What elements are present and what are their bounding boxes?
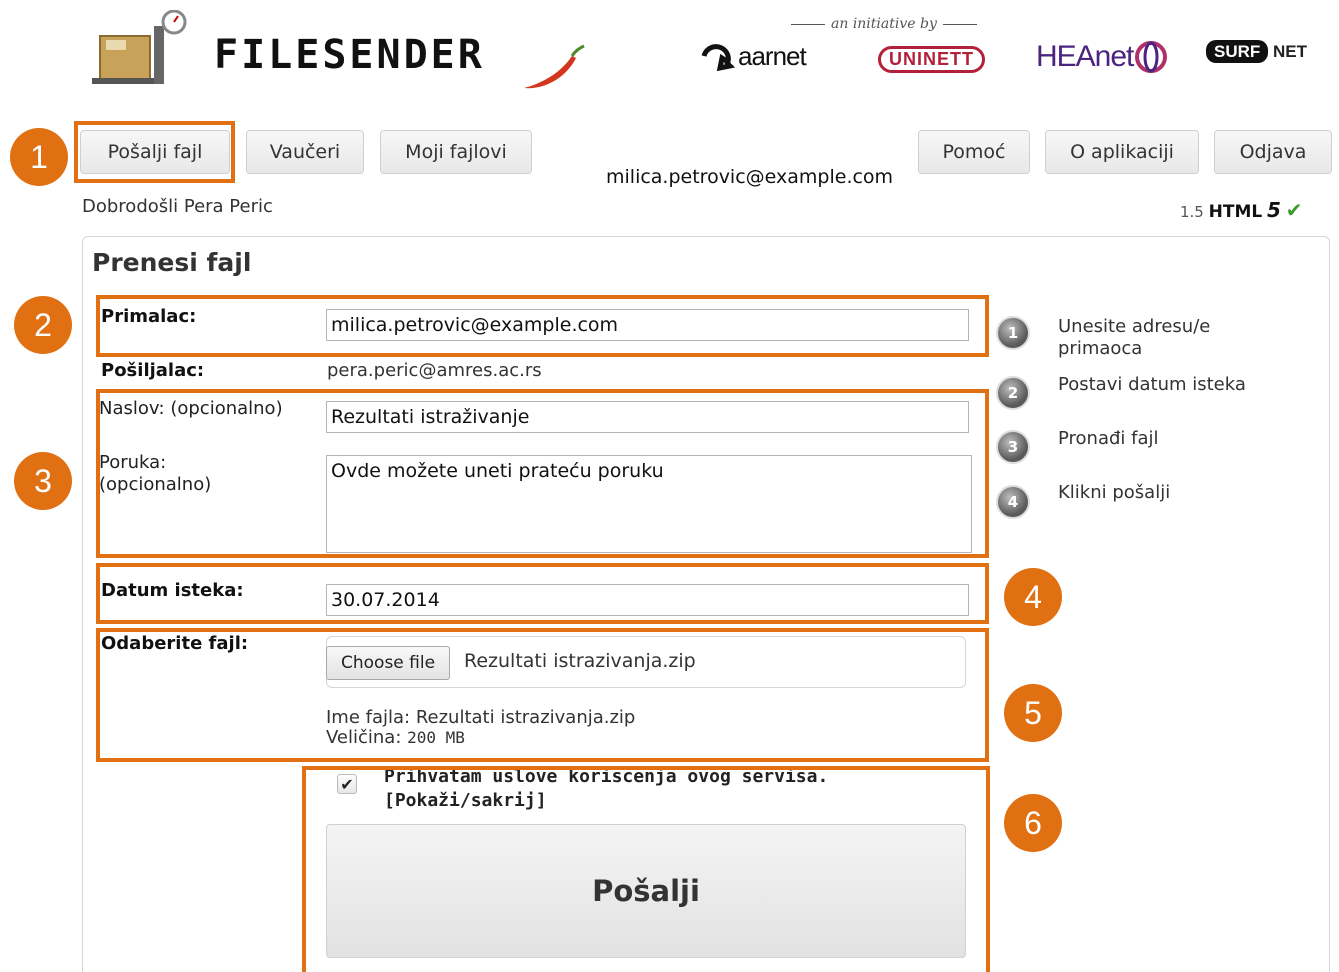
step-1-icon: 1 (996, 316, 1030, 350)
highlight-4 (96, 563, 989, 624)
user-email: milica.petrovic@example.com (606, 166, 894, 188)
annotation-badge-1: 1 (10, 128, 68, 186)
nav-help-button[interactable]: Pomoć (918, 130, 1030, 174)
sender-label: Pošiljalac: (101, 360, 205, 381)
annotation-badge-5: 5 (1004, 684, 1062, 742)
step-2-text: Postavi datum isteka (1058, 374, 1246, 395)
chili-icon (520, 44, 586, 96)
initiative-label: an initiative by (785, 16, 983, 32)
heanet-globe-icon (1135, 41, 1168, 73)
highlight-2 (96, 295, 989, 357)
welcome-text: Dobrodošli Pera Peric (82, 196, 273, 217)
step-3-text: Pronađi fajl (1058, 428, 1159, 449)
highlight-3 (96, 389, 989, 558)
annotation-badge-4: 4 (1004, 568, 1062, 626)
nav-about-button[interactable]: O aplikaciji (1045, 130, 1199, 174)
highlight-6 (302, 766, 990, 972)
step-4-icon: 4 (996, 485, 1030, 519)
nav-logout-button[interactable]: Odjava (1214, 130, 1332, 174)
aarnet-icon (701, 44, 736, 72)
uninett-logo: UNINETT (878, 46, 985, 73)
surfnet-logo: SURF NET (1206, 40, 1307, 63)
panel-title: Prenesi fajl (92, 248, 252, 277)
annotation-badge-6: 6 (1004, 794, 1062, 852)
heanet-logo: HEAnet (1036, 40, 1169, 74)
step-2-icon: 2 (996, 376, 1030, 410)
annotation-badge-2: 2 (14, 296, 72, 354)
check-icon: ✔ (1285, 198, 1303, 222)
version-info: 1.5 HTML 5 ✔ (1180, 198, 1303, 222)
brand-name: FILESENDER (214, 32, 485, 78)
aarnet-logo: aarnet (700, 40, 807, 72)
filesender-logo (92, 9, 192, 90)
annotation-badge-3: 3 (14, 452, 72, 510)
step-3-icon: 3 (996, 430, 1030, 464)
sender-value: pera.peric@amres.ac.rs (327, 360, 542, 381)
highlight-5 (96, 628, 989, 762)
highlight-1 (74, 121, 235, 183)
nav-my-files-button[interactable]: Moji fajlovi (380, 130, 532, 174)
step-1-text: Unesite adresu/e primaoca (1058, 316, 1211, 359)
step-4-text: Klikni pošalji (1058, 482, 1171, 503)
nav-vouchers-button[interactable]: Vaučeri (246, 130, 364, 174)
